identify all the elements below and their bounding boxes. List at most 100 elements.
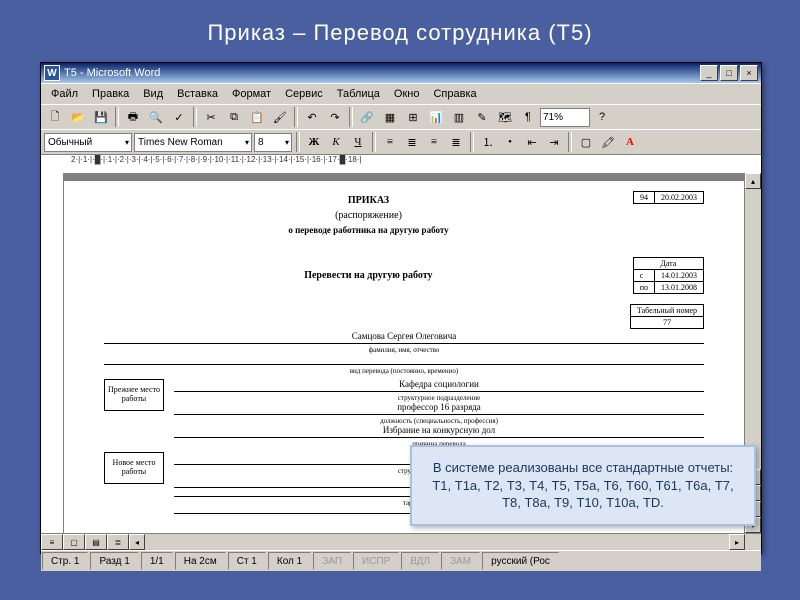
menu-window[interactable]: Окно: [388, 86, 426, 102]
docmap-icon[interactable]: 🗺: [494, 106, 516, 128]
menu-help[interactable]: Справка: [427, 86, 482, 102]
zoom-combo[interactable]: 71%: [540, 108, 590, 127]
align-left-icon[interactable]: ≡: [380, 132, 400, 152]
redo-icon[interactable]: ↷: [324, 106, 346, 128]
menu-tools[interactable]: Сервис: [279, 86, 329, 102]
justify-icon[interactable]: ≣: [446, 132, 466, 152]
copy-icon[interactable]: ⧉: [223, 106, 245, 128]
statusbar: Стр. 1 Разд 1 1/1 На 2см Ст 1 Кол 1 ЗАП …: [41, 550, 761, 571]
view-web-icon[interactable]: ▢: [63, 534, 85, 550]
horizontal-scrollbar-row: ≡ ▢ ▤ ≣ ◂ ▸: [41, 533, 761, 550]
menu-edit[interactable]: Правка: [86, 86, 135, 102]
new-doc-icon[interactable]: 🗋: [44, 106, 66, 128]
prev-dept: Кафедра социологии: [174, 379, 704, 389]
close-button[interactable]: ×: [740, 65, 758, 81]
drawing-icon[interactable]: ✎: [471, 106, 493, 128]
bold-button[interactable]: Ж: [304, 132, 324, 152]
horizontal-scrollbar[interactable]: [145, 534, 729, 550]
open-icon[interactable]: 📂: [67, 106, 89, 128]
undo-icon[interactable]: ↶: [301, 106, 323, 128]
status-lang: русский (Рос: [482, 552, 559, 570]
italic-button[interactable]: К: [326, 132, 346, 152]
date-header: Дата: [633, 258, 703, 270]
font-color-icon[interactable]: A: [620, 132, 640, 152]
minimize-button[interactable]: _: [700, 65, 718, 81]
view-outline-icon[interactable]: ≣: [107, 534, 129, 550]
borders-icon[interactable]: ▢: [576, 132, 596, 152]
menu-file[interactable]: Файл: [45, 86, 84, 102]
status-trk: ИСПР: [353, 552, 399, 570]
columns-icon[interactable]: ▥: [448, 106, 470, 128]
employee-fio: Самцова Сергея Олеговича: [104, 331, 704, 341]
vertical-ruler[interactable]: [41, 173, 64, 533]
status-pages: 1/1: [141, 552, 173, 570]
font-combo[interactable]: Times New Roman: [134, 133, 252, 152]
cut-icon[interactable]: ✂: [200, 106, 222, 128]
menu-view[interactable]: Вид: [137, 86, 169, 102]
doc-title: ПРИКАЗ: [104, 195, 633, 206]
maximize-button[interactable]: □: [720, 65, 738, 81]
save-icon[interactable]: 💾: [90, 106, 112, 128]
highlight-icon[interactable]: 🖍: [598, 132, 618, 152]
doc-action: Перевести на другую работу: [104, 270, 633, 281]
preview-icon[interactable]: 🔍: [145, 106, 167, 128]
align-center-icon[interactable]: ≣: [402, 132, 422, 152]
scroll-right-icon[interactable]: ▸: [729, 534, 745, 550]
insert-table-icon[interactable]: ⊞: [402, 106, 424, 128]
callout-line1: В системе реализованы все стандартные от…: [422, 459, 744, 477]
order-number: 94: [634, 192, 655, 204]
show-para-icon[interactable]: ¶: [517, 106, 539, 128]
status-line: Ст 1: [228, 552, 266, 570]
menu-format[interactable]: Формат: [226, 86, 277, 102]
status-col: Кол 1: [268, 552, 311, 570]
date-range-table: Дата с14.01.2003 по13.01.2008: [633, 257, 704, 294]
status-rec: ЗАП: [313, 552, 351, 570]
horizontal-ruler[interactable]: 2·|·1·|·█·|·1·|·2·|·3·|·4·|·5·|·6·|·7·|·…: [41, 154, 761, 173]
decrease-indent-icon[interactable]: ⇤: [522, 132, 542, 152]
status-at: На 2см: [175, 552, 226, 570]
paste-icon[interactable]: 📋: [246, 106, 268, 128]
slide-title: Приказ – Перевод сотрудника (Т5): [0, 0, 800, 56]
order-num-table: 9420.02.2003: [633, 191, 704, 204]
tables-borders-icon[interactable]: ▦: [379, 106, 401, 128]
menubar: Файл Правка Вид Вставка Формат Сервис Та…: [41, 83, 761, 104]
status-ovr: ЗАМ: [441, 552, 480, 570]
spell-icon[interactable]: ✓: [168, 106, 190, 128]
underline-button[interactable]: Ч: [348, 132, 368, 152]
new-job-label: Новое место работы: [104, 452, 164, 484]
link-icon[interactable]: 🔗: [356, 106, 378, 128]
transfer-reason: Избрание на конкурсную дол: [174, 425, 704, 435]
tab-number-table: Табельный номер 77: [630, 304, 704, 329]
view-print-icon[interactable]: ▤: [85, 534, 107, 550]
window-title: Т5 - Microsoft Word: [64, 67, 160, 79]
callout-line2: Т1, Т1а, Т2, Т3, Т4, Т5, Т5а, Т6, Т60, Т…: [422, 477, 744, 512]
increase-indent-icon[interactable]: ⇥: [544, 132, 564, 152]
bullet-list-icon[interactable]: •: [500, 132, 520, 152]
doc-subtitle: (распоряжение): [104, 210, 633, 221]
word-icon: W: [44, 65, 60, 81]
excel-icon[interactable]: 📊: [425, 106, 447, 128]
view-normal-icon[interactable]: ≡: [41, 534, 63, 550]
formatting-toolbar: Обычный Times New Roman 8 Ж К Ч ≡ ≣ ≡ ≣ …: [41, 129, 761, 154]
size-combo[interactable]: 8: [254, 133, 292, 152]
prev-position: профессор 16 разряда: [174, 402, 704, 412]
status-ext: ВДЛ: [401, 552, 439, 570]
menu-table[interactable]: Таблица: [331, 86, 386, 102]
numbered-list-icon[interactable]: ⒈: [478, 132, 498, 152]
standard-toolbar: 🗋 📂 💾 🖶 🔍 ✓ ✂ ⧉ 📋 🖌 ↶ ↷ 🔗 ▦ ⊞ 📊 ▥ ✎ 🗺 ¶ …: [41, 104, 761, 129]
format-painter-icon[interactable]: 🖌: [269, 106, 291, 128]
titlebar: W Т5 - Microsoft Word _ □ ×: [41, 63, 761, 83]
scroll-left-icon[interactable]: ◂: [129, 534, 145, 550]
style-combo[interactable]: Обычный: [44, 133, 132, 152]
menu-insert[interactable]: Вставка: [171, 86, 224, 102]
info-callout: В системе реализованы все стандартные от…: [410, 445, 756, 526]
align-right-icon[interactable]: ≡: [424, 132, 444, 152]
order-date: 20.02.2003: [655, 192, 704, 204]
date-from: 14.01.2003: [655, 270, 704, 282]
scroll-up-icon[interactable]: ▴: [745, 173, 761, 189]
status-section: Разд 1: [90, 552, 138, 570]
help-icon[interactable]: ?: [591, 106, 613, 128]
prev-job-label: Прежнее место работы: [104, 379, 164, 411]
doc-subject: о переводе работника на другую работу: [104, 225, 633, 235]
print-icon[interactable]: 🖶: [122, 106, 144, 128]
